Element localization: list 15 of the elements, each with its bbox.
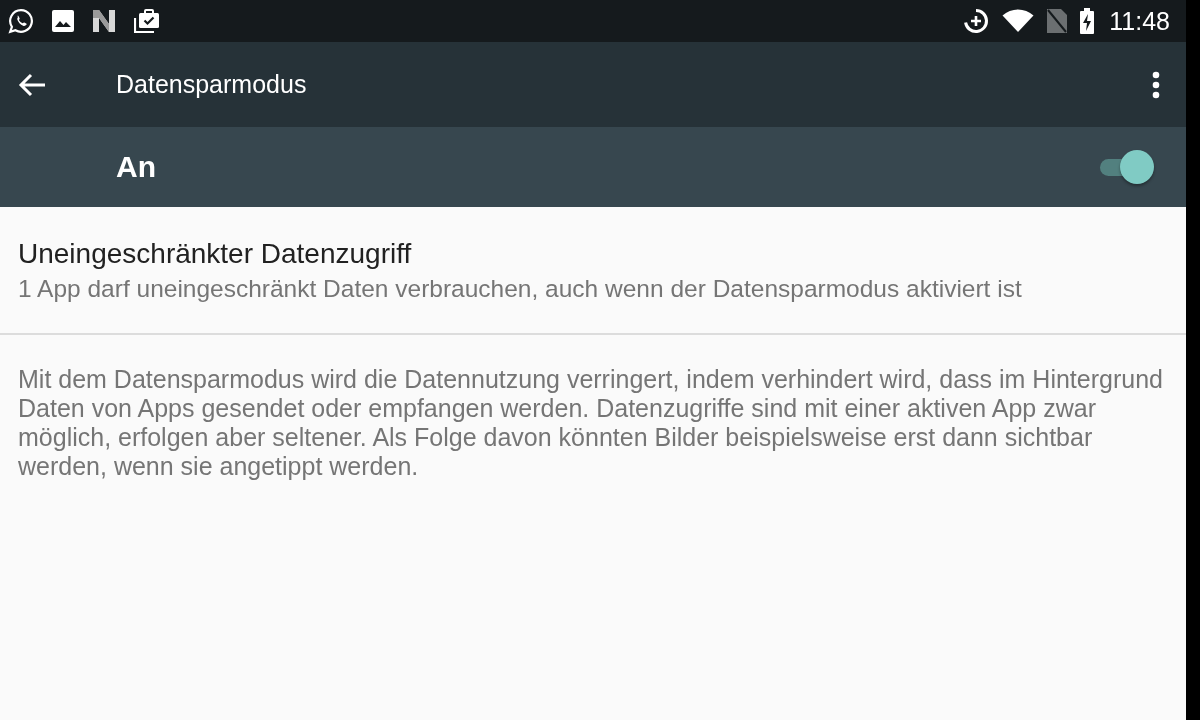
wifi-icon (1002, 9, 1035, 33)
circle-plus-icon (963, 8, 990, 34)
phone-bubble-icon (8, 8, 34, 34)
toolbar-title: Datensparmodus (116, 70, 307, 99)
switch-label: An (116, 150, 156, 184)
status-time: 11:48 (1109, 8, 1170, 34)
back-arrow-icon (18, 72, 46, 97)
clipboard-check-icon (134, 9, 160, 33)
more-options-icon (1152, 70, 1160, 99)
image-icon (52, 10, 74, 32)
battery-charging-icon (1080, 8, 1095, 34)
n-logo-icon (92, 10, 116, 32)
settings-list-item[interactable]: Uneingeschränkter Datenzugriff 1 App darf uneingeschränkt Daten verbrauchen, auch wenn der Datensparmodus aktiviert ist (0, 207, 1186, 335)
description-text: Mit dem Datensparmodus wird die Datennutzung verringert, indem verhindert wird, dass im Hintergrund Daten von Apps gesendet oder empfangen werden. Datenzugriffe sind mit einer aktiven App zwar möglich, erfolgen aber seltener. Als Folge davon könnten Bilder beispielsweise erst dann sichtbar werden, wenn sie angetippt werden. (18, 365, 1164, 481)
sim-card-slash-icon (1047, 9, 1068, 33)
